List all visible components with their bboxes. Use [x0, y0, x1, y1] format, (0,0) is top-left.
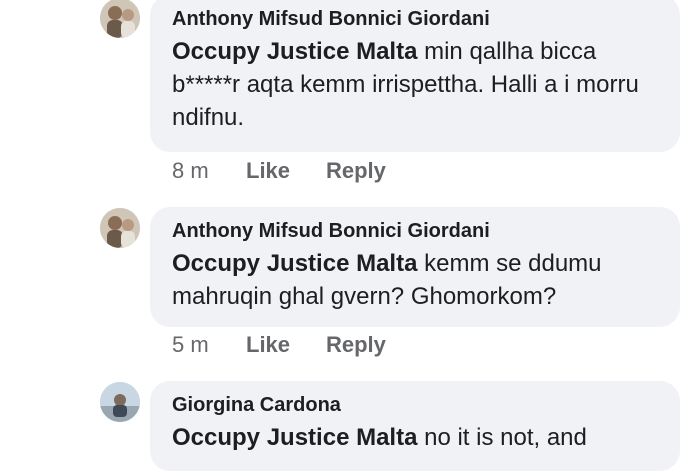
comment-author[interactable]: Anthony Mifsud Bonnici Giordani: [172, 217, 660, 245]
mention-link[interactable]: Occupy Justice Malta: [172, 38, 417, 65]
reply-button[interactable]: Reply: [326, 332, 386, 358]
comment-text: Occupy Justice Malta no it is not, and: [172, 421, 660, 454]
reply-button[interactable]: Reply: [326, 158, 386, 184]
timestamp[interactable]: 8 m: [172, 158, 246, 184]
comment-author[interactable]: Giorgina Cardona: [172, 391, 660, 419]
comment-text: Occupy Justice Malta min qallha bicca b*…: [172, 35, 660, 134]
avatar[interactable]: [100, 0, 140, 38]
comment-text: Occupy Justice Malta kemm se ddumu mahru…: [172, 247, 660, 313]
comment-body: no it is not, and: [417, 424, 587, 451]
comment-bubble: Anthony Mifsud Bonnici Giordani Occupy J…: [150, 207, 680, 327]
comment-author[interactable]: Anthony Mifsud Bonnici Giordani: [172, 5, 660, 33]
comment-actions: 5 m Like Reply: [172, 332, 386, 358]
comment-actions: 8 m Like Reply: [172, 158, 386, 184]
avatar[interactable]: [100, 382, 140, 422]
comment-bubble: Giorgina Cardona Occupy Justice Malta no…: [150, 381, 680, 471]
timestamp[interactable]: 5 m: [172, 332, 246, 358]
avatar[interactable]: [100, 208, 140, 248]
like-button[interactable]: Like: [246, 158, 326, 184]
like-button[interactable]: Like: [246, 332, 326, 358]
comment-bubble: Anthony Mifsud Bonnici Giordani Occupy J…: [150, 0, 680, 152]
mention-link[interactable]: Occupy Justice Malta: [172, 424, 417, 451]
mention-link[interactable]: Occupy Justice Malta: [172, 250, 417, 277]
